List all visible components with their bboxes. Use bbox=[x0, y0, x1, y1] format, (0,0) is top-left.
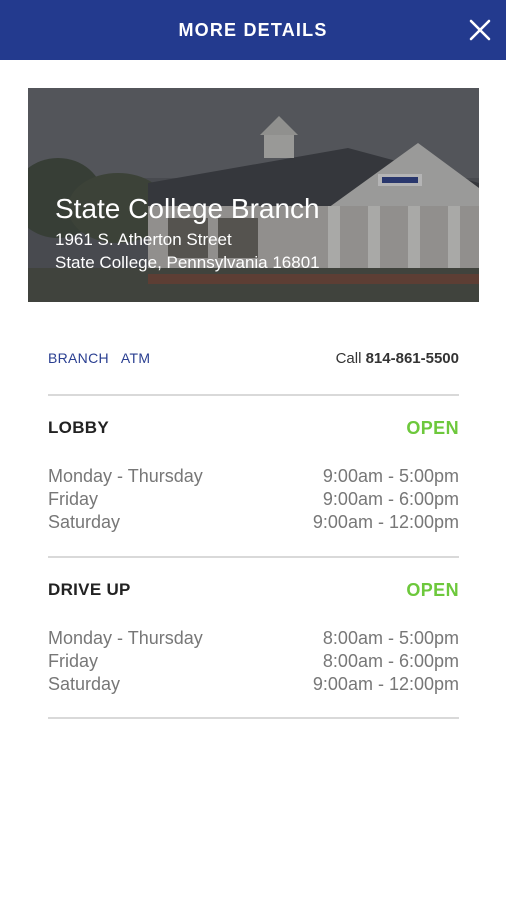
hours-row: Saturday 9:00am - 12:00pm bbox=[48, 673, 459, 696]
links-row: BRANCH ATM Call 814-861-5500 bbox=[48, 346, 459, 370]
hours-time: 8:00am - 5:00pm bbox=[322, 628, 459, 648]
page-title: MORE DETAILS bbox=[178, 19, 328, 40]
hours-day: Saturday bbox=[48, 674, 121, 694]
hours-day: Friday bbox=[48, 489, 99, 509]
close-icon bbox=[469, 19, 491, 41]
hours-time: 9:00am - 12:00pm bbox=[312, 512, 459, 532]
hours-day: Friday bbox=[48, 651, 99, 671]
hours-row: Monday - Thursday 8:00am - 5:00pm bbox=[48, 627, 459, 650]
hours-list: Monday - Thursday 8:00am - 5:00pm Friday… bbox=[48, 627, 459, 696]
section-title: DRIVE UP bbox=[48, 580, 131, 599]
divider bbox=[48, 556, 459, 558]
address-line-1: 1961 S. Atherton Street bbox=[55, 230, 232, 249]
status-badge: OPEN bbox=[406, 417, 459, 438]
section-header: DRIVE UP OPEN bbox=[48, 577, 459, 603]
call-label: Call bbox=[335, 349, 362, 367]
drive-up-section: DRIVE UP OPEN Monday - Thursday 8:00am -… bbox=[48, 577, 459, 696]
hours-day: Monday - Thursday bbox=[48, 466, 203, 486]
hours-row: Friday 9:00am - 6:00pm bbox=[48, 488, 459, 511]
section-header: LOBBY OPEN bbox=[48, 415, 459, 441]
call-link[interactable]: Call 814-861-5500 bbox=[336, 350, 459, 367]
hours-time: 9:00am - 12:00pm bbox=[312, 674, 459, 694]
hours-day: Monday - Thursday bbox=[48, 628, 203, 648]
status-badge: OPEN bbox=[406, 579, 459, 600]
type-links: BRANCH ATM bbox=[48, 350, 150, 366]
hours-day: Saturday bbox=[48, 512, 121, 532]
branch-info: State College Branch 1961 S. Atherton St… bbox=[55, 192, 320, 274]
divider bbox=[48, 717, 459, 719]
phone-number: 814-861-5500 bbox=[365, 349, 459, 367]
hours-time: 8:00am - 6:00pm bbox=[322, 651, 459, 671]
branch-photo: State College Branch 1961 S. Atherton St… bbox=[28, 88, 479, 302]
hours-time: 9:00am - 5:00pm bbox=[322, 466, 459, 486]
section-title: LOBBY bbox=[48, 418, 109, 437]
hours-time: 9:00am - 6:00pm bbox=[322, 489, 459, 509]
branch-link[interactable]: BRANCH bbox=[48, 350, 109, 366]
hours-row: Friday 8:00am - 6:00pm bbox=[48, 650, 459, 673]
divider bbox=[48, 394, 459, 396]
hours-row: Monday - Thursday 9:00am - 5:00pm bbox=[48, 465, 459, 488]
lobby-section: LOBBY OPEN Monday - Thursday 9:00am - 5:… bbox=[48, 415, 459, 534]
header-bar: MORE DETAILS bbox=[0, 0, 506, 60]
atm-link[interactable]: ATM bbox=[121, 350, 150, 366]
address-line-2: State College, Pennsylvania 16801 bbox=[55, 253, 320, 272]
hours-list: Monday - Thursday 9:00am - 5:00pm Friday… bbox=[48, 465, 459, 534]
branch-name: State College Branch bbox=[55, 193, 320, 224]
hours-row: Saturday 9:00am - 12:00pm bbox=[48, 511, 459, 534]
close-button[interactable] bbox=[468, 18, 492, 42]
